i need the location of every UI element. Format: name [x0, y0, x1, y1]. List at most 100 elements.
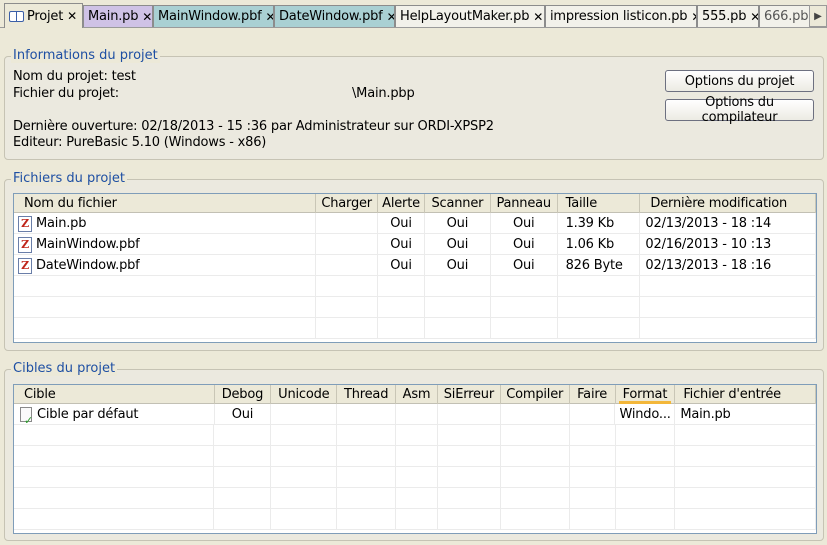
project-files-group: Fichiers du projet Nom du fichier Charge…	[4, 171, 824, 351]
group-title: Fichiers du projet	[11, 171, 127, 186]
modified-cell: 02/16/2013 - 10 :13	[640, 234, 816, 255]
close-icon[interactable]: ✕	[266, 10, 273, 24]
tab-label: 555.pb	[702, 9, 747, 24]
project-file-path: \Main.pbp	[352, 86, 415, 101]
column-header-debug[interactable]: Debog	[215, 385, 272, 404]
tab-impression-listicon-pb[interactable]: impression listicon.pb ✕	[545, 5, 697, 27]
purebasic-file-icon	[18, 215, 32, 232]
empty-row	[14, 297, 816, 318]
project-info-group: Informations du projet Nom du projet: te…	[4, 48, 824, 160]
unicode-cell	[271, 404, 338, 425]
column-header-alert[interactable]: Alerte	[378, 194, 425, 213]
scan-cell: Oui	[425, 234, 491, 255]
column-header-target[interactable]: Cible	[14, 385, 215, 404]
target-check-icon	[18, 406, 33, 425]
close-icon[interactable]: ✕	[387, 10, 394, 24]
alert-cell: Oui	[378, 255, 425, 276]
tab-helplayoutmaker-pb[interactable]: HelpLayoutMaker.pb ✕	[395, 5, 545, 27]
empty-row	[14, 488, 816, 509]
file-tab-bar: Projet ✕ Main.pb ✕ MainWindow.pbf ✕ Date…	[0, 0, 827, 29]
panel-cell: Oui	[491, 213, 558, 234]
targets-list[interactable]: Cible Debog Unicode Thread Asm SiErreur …	[13, 384, 817, 534]
size-cell: 826 Byte	[558, 255, 641, 276]
files-list[interactable]: Nom du fichier Charger Alerte Scanner Pa…	[13, 193, 817, 343]
project-name: Nom du projet: test	[13, 69, 136, 84]
make-cell	[570, 404, 616, 425]
tab-666-pb[interactable]: 666.pb	[759, 5, 809, 27]
compiler-options-button[interactable]: Options du compilateur	[665, 95, 814, 125]
target-name-cell: Cible par défaut	[14, 404, 215, 425]
tab-scroll-right-button[interactable]: ▶	[809, 5, 827, 27]
tab-555-pb[interactable]: 555.pb ✕	[697, 5, 759, 27]
column-header-onerror[interactable]: SiErreur	[438, 385, 501, 404]
files-list-header: Nom du fichier Charger Alerte Scanner Pa…	[14, 194, 816, 213]
empty-row	[14, 276, 816, 297]
scan-cell: Oui	[425, 255, 491, 276]
table-row[interactable]: MainWindow.pbf Oui Oui Oui 1.06 Kb 02/16…	[14, 234, 816, 255]
table-row[interactable]: DateWindow.pbf Oui Oui Oui 826 Byte 02/1…	[14, 255, 816, 276]
debug-cell: Oui	[215, 404, 272, 425]
close-icon[interactable]: ✕	[533, 10, 543, 24]
project-options-button[interactable]: Options du projet	[665, 70, 814, 92]
onerror-cell	[438, 404, 501, 425]
asm-cell	[396, 404, 438, 425]
tab-label: impression listicon.pb	[550, 9, 688, 24]
column-header-scanner[interactable]: Scanner	[425, 194, 491, 213]
empty-row	[14, 318, 816, 339]
purebasic-file-icon	[18, 236, 32, 253]
group-title: Cibles du projet	[11, 361, 118, 376]
tab-label: MainWindow.pbf	[158, 9, 262, 24]
close-icon[interactable]: ✕	[750, 10, 758, 24]
thread-cell	[337, 404, 397, 425]
empty-row	[14, 446, 816, 467]
column-header-thread[interactable]: Thread	[337, 385, 397, 404]
column-header-unicode[interactable]: Unicode	[271, 385, 338, 404]
modified-cell: 02/13/2013 - 18 :16	[640, 255, 816, 276]
format-cell: Windo...	[615, 404, 676, 425]
empty-row	[14, 509, 816, 530]
modified-cell: 02/13/2013 - 18 :14	[640, 213, 816, 234]
load-cell	[316, 213, 379, 234]
file-name-cell: DateWindow.pbf	[14, 255, 317, 276]
chevron-right-icon: ▶	[814, 10, 822, 22]
column-header-size[interactable]: Taille	[558, 194, 641, 213]
editor-version: Editeur: PureBasic 5.10 (Windows - x86)	[13, 135, 267, 150]
size-cell: 1.06 Kb	[558, 234, 641, 255]
tab-label: Projet	[27, 8, 64, 24]
size-cell: 1.39 Kb	[558, 213, 641, 234]
file-name-cell: MainWindow.pbf	[14, 234, 317, 255]
column-header-load[interactable]: Charger	[316, 194, 379, 213]
file-name-cell: Main.pb	[14, 213, 317, 234]
empty-row	[14, 425, 816, 446]
tab-label: Main.pb	[88, 9, 139, 24]
tab-bar-divider	[0, 27, 827, 28]
column-header-make[interactable]: Faire	[570, 385, 616, 404]
targets-list-header: Cible Debog Unicode Thread Asm SiErreur …	[14, 385, 816, 404]
column-header-modified[interactable]: Dernière modification	[640, 194, 816, 213]
tab-label: 666.pb	[764, 9, 809, 24]
tab-label: HelpLayoutMaker.pb	[400, 9, 530, 24]
compile-cell	[501, 404, 570, 425]
close-icon[interactable]: ✕	[67, 9, 77, 23]
tab-datewindow-pbf[interactable]: DateWindow.pbf ✕	[274, 5, 395, 27]
panel-cell: Oui	[491, 255, 558, 276]
purebasic-file-icon	[18, 257, 32, 274]
last-opened: Dernière ouverture: 02/18/2013 - 15 :36 …	[13, 119, 494, 134]
column-header-asm[interactable]: Asm	[396, 385, 438, 404]
project-targets-group: Cibles du projet Cible Debog Unicode Thr…	[4, 361, 824, 541]
tab-main-pb[interactable]: Main.pb ✕	[83, 5, 153, 27]
column-header-filename[interactable]: Nom du fichier	[14, 194, 317, 213]
table-row[interactable]: Cible par défaut Oui Windo... Main.pb	[14, 404, 816, 425]
column-header-format[interactable]: Format	[616, 385, 676, 404]
project-file-label: Fichier du projet:	[13, 86, 119, 101]
column-header-panel[interactable]: Panneau	[491, 194, 558, 213]
column-header-input-file[interactable]: Fichier d'entrée	[675, 385, 816, 404]
table-row[interactable]: Main.pb Oui Oui Oui 1.39 Kb 02/13/2013 -…	[14, 213, 816, 234]
load-cell	[316, 234, 379, 255]
tab-mainwindow-pbf[interactable]: MainWindow.pbf ✕	[153, 5, 274, 27]
input-file-cell: Main.pb	[675, 404, 816, 425]
column-header-compile[interactable]: Compiler	[501, 385, 570, 404]
load-cell	[316, 255, 379, 276]
close-icon[interactable]: ✕	[142, 10, 152, 24]
tab-projet[interactable]: Projet ✕	[4, 3, 83, 28]
